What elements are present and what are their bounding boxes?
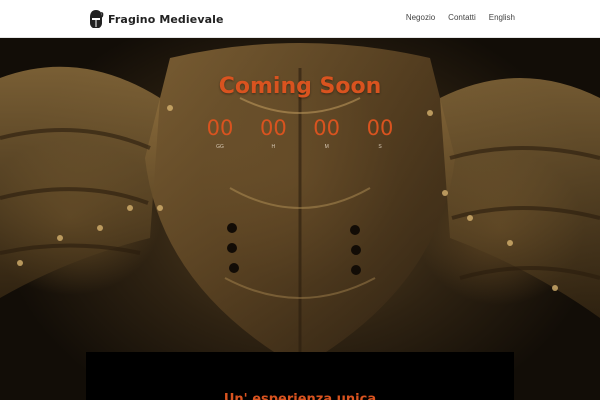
hero-section: Coming Soon 00 GG 00 H 00 M 00 S Un' esp… — [0, 38, 600, 400]
countdown-timer: 00 GG 00 H 00 M 00 S — [200, 116, 400, 150]
main-nav: Negozio Contatti English — [406, 13, 515, 22]
brand-name: Fragino Medievale — [108, 12, 224, 26]
intro-panel: Un' esperienza unica — [86, 352, 514, 400]
countdown-label: M — [324, 144, 329, 150]
nav-item-contatti[interactable]: Contatti — [448, 13, 476, 22]
countdown-value: 00 — [366, 116, 394, 140]
countdown-seconds: 00 S — [360, 116, 400, 150]
brand[interactable]: Fragino Medievale — [88, 9, 224, 29]
countdown-label: S — [378, 144, 382, 150]
countdown-value: 00 — [313, 116, 341, 140]
countdown-label: GG — [216, 144, 224, 150]
nav-item-negozio[interactable]: Negozio — [406, 13, 435, 22]
coming-soon-title: Coming Soon — [218, 74, 382, 99]
countdown-value: 00 — [206, 116, 234, 140]
site-header: Fragino Medievale Negozio Contatti Engli… — [0, 0, 600, 38]
countdown-days: 00 GG — [200, 116, 240, 150]
countdown-minutes: 00 M — [307, 116, 347, 150]
countdown-label: H — [271, 144, 276, 150]
countdown-hours: 00 H — [253, 116, 293, 150]
nav-item-english[interactable]: English — [489, 13, 515, 22]
countdown-value: 00 — [259, 116, 287, 140]
knight-helmet-icon — [90, 10, 104, 28]
panel-title: Un' esperienza unica — [223, 392, 377, 400]
